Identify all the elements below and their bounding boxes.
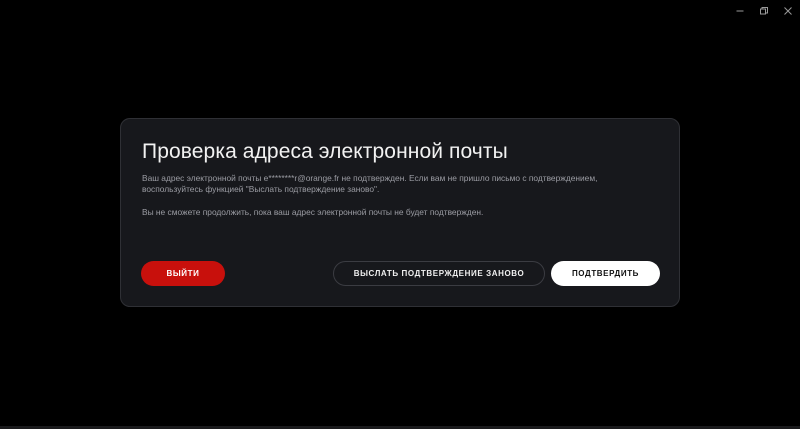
dialog-message-unverified: Ваш адрес электронной почты e********r@o…: [142, 173, 598, 194]
dialog-message-blocked: Вы не сможете продолжить, пока ваш адрес…: [142, 207, 484, 217]
email-verification-dialog: Проверка адреса электронной почты Ваш ад…: [120, 118, 680, 307]
restore-icon: [760, 7, 768, 15]
window-controls: [728, 0, 800, 22]
confirm-button[interactable]: ПОДТВЕРДИТЬ: [551, 261, 660, 286]
close-icon: [784, 7, 792, 15]
dialog-title: Проверка адреса электронной почты: [142, 140, 508, 163]
exit-button[interactable]: ВЫЙТИ: [141, 261, 225, 286]
minimize-button[interactable]: [728, 0, 752, 22]
app-window: Проверка адреса электронной почты Ваш ад…: [0, 0, 800, 429]
restore-button[interactable]: [752, 0, 776, 22]
resend-confirmation-button[interactable]: ВЫСЛАТЬ ПОДТВЕРЖДЕНИЕ ЗАНОВО: [333, 261, 545, 286]
close-button[interactable]: [776, 0, 800, 22]
minimize-icon: [736, 7, 744, 15]
